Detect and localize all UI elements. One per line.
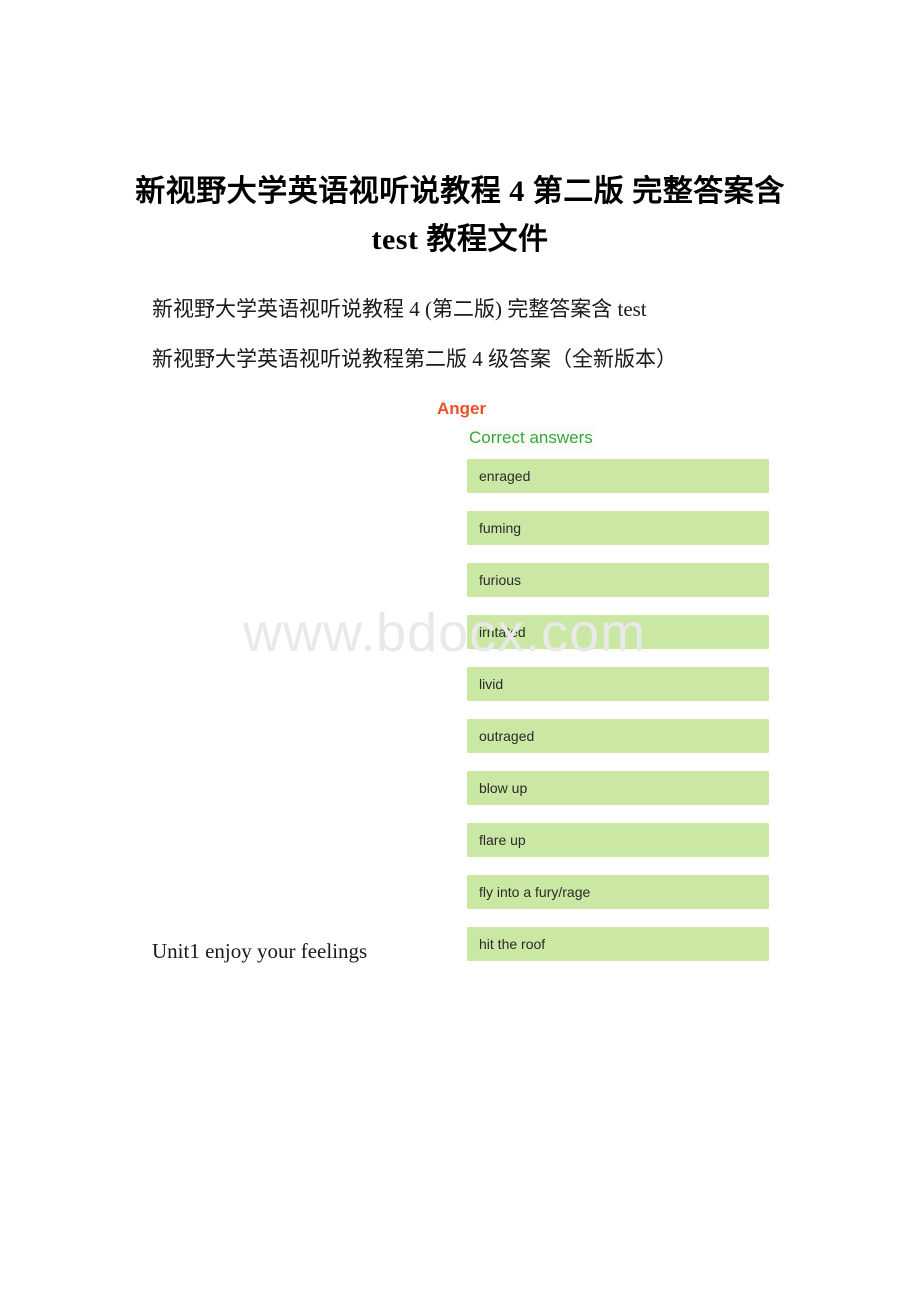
body-line-2: 新视野大学英语视听说教程第二版 4 级答案（全新版本）	[152, 347, 677, 371]
quiz-heading: Anger	[437, 399, 487, 418]
answer-item: enraged	[467, 459, 769, 493]
page-title: 新视野大学英语视听说教程 4 第二版 完整答案含 test 教程文件	[135, 175, 785, 257]
answer-label: fuming	[479, 520, 522, 536]
answer-item: furious	[467, 563, 769, 597]
answer-item: irritated	[467, 615, 769, 649]
answer-label: irritated	[479, 624, 526, 640]
bottom-line: Unit1 enjoy your feelings	[152, 939, 368, 963]
answer-item: fuming	[467, 511, 769, 545]
answer-item: flare up	[467, 823, 769, 857]
answer-item: hit the roof	[467, 927, 769, 961]
answer-label: fly into a fury/rage	[479, 884, 591, 900]
answer-item: fly into a fury/rage	[467, 875, 769, 909]
answer-label: enraged	[479, 468, 531, 484]
answer-label: hit the roof	[479, 936, 546, 952]
body-line-1: 新视野大学英语视听说教程 4 (第二版) 完整答案含 test	[152, 297, 647, 321]
answer-label: livid	[479, 676, 504, 692]
answer-label: outraged	[479, 728, 535, 744]
answer-list: enraged fuming furious irritated livid o…	[467, 459, 769, 961]
answer-item: outraged	[467, 719, 769, 753]
correct-answers-label: Correct answers	[467, 426, 597, 450]
answer-item: blow up	[467, 771, 769, 805]
answer-label: flare up	[479, 832, 526, 848]
answer-label: furious	[479, 572, 522, 588]
quiz-screenshot: Anger Correct answers enraged fuming fur…	[436, 398, 776, 961]
document-page: www.bdocx.com 新视野大学英语视听说教程 4 第二版 完整答案含 t…	[0, 0, 920, 1302]
answer-label: blow up	[479, 780, 528, 796]
answer-item: livid	[467, 667, 769, 701]
